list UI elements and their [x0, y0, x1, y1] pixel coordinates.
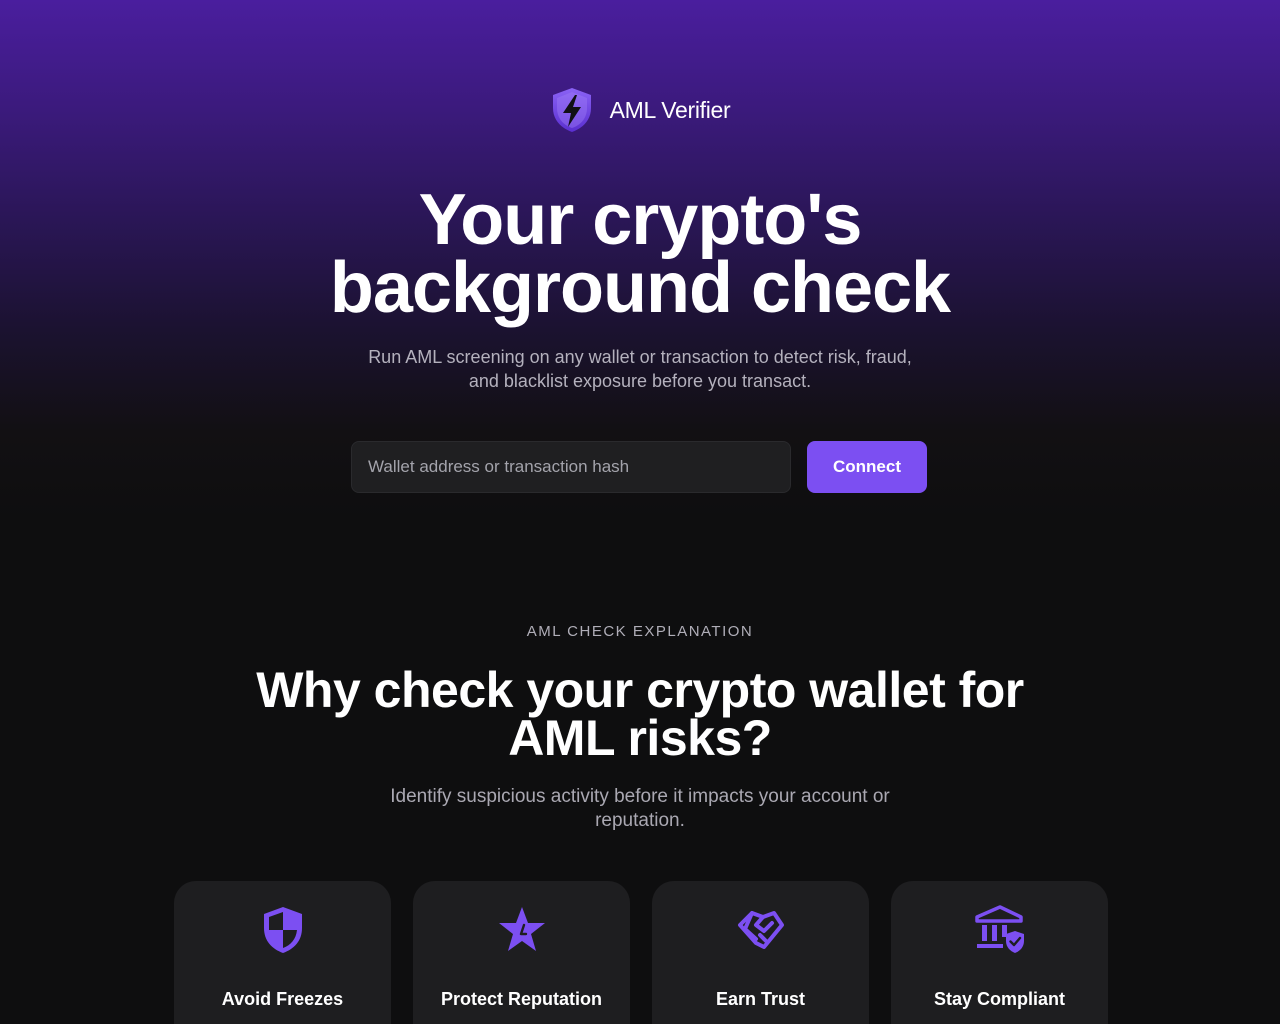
hero-title-line: background check: [329, 248, 951, 328]
star-icon: [498, 907, 545, 951]
page: AML Verifier Your crypto's background ch…: [0, 0, 1280, 1024]
wallet-search-input[interactable]: [351, 441, 791, 493]
search-row: Connect: [351, 441, 927, 493]
feature-card-title: Earn Trust: [715, 989, 806, 1009]
section-title-line: AML risks?: [508, 710, 772, 766]
section-subtitle-line: reputation.: [595, 810, 685, 831]
hero-subtitle-line: Run AML screening on any wallet or trans…: [368, 347, 912, 367]
bank-check-icon: [974, 905, 1024, 953]
feature-card-earn-trust[interactable]: Earn Trust: [652, 881, 869, 1024]
connect-button[interactable]: Connect: [807, 441, 927, 493]
feature-card-protect-reputation[interactable]: Protect Reputation: [413, 881, 630, 1024]
feature-card-title: Protect Reputation: [440, 989, 602, 1009]
feature-card-stay-compliant[interactable]: Stay Compliant: [891, 881, 1108, 1024]
section-subtitle: Identify suspicious activity before it i…: [0, 785, 1280, 833]
section-eyebrow: AML CHECK EXPLANATION: [526, 623, 754, 640]
feature-cards: Avoid Freezes Protect Reputation Earn Tr…: [174, 881, 1108, 1024]
feature-card-title: Avoid Freezes: [221, 989, 344, 1009]
section-subtitle-line: Identify suspicious activity before it i…: [390, 786, 890, 807]
section-title-line: Why check your crypto wallet for: [256, 662, 1024, 718]
brand-name: AML Verifier: [609, 96, 731, 123]
section-title: Why check your crypto wallet for AML ris…: [0, 662, 1280, 766]
shield-icon: [263, 907, 302, 953]
feature-card-avoid-freezes[interactable]: Avoid Freezes: [174, 881, 391, 1024]
shield-lightning-icon: [552, 88, 591, 132]
hero-title: Your crypto's background check: [0, 180, 1280, 328]
hero-subtitle: Run AML screening on any wallet or trans…: [0, 345, 1280, 393]
handshake-icon: [737, 911, 784, 949]
feature-card-title: Stay Compliant: [933, 989, 1066, 1009]
brand-header[interactable]: AML Verifier: [0, 86, 1280, 134]
hero-title-line: Your crypto's: [418, 180, 863, 260]
hero-subtitle-line: and blacklist exposure before you transa…: [468, 371, 812, 391]
